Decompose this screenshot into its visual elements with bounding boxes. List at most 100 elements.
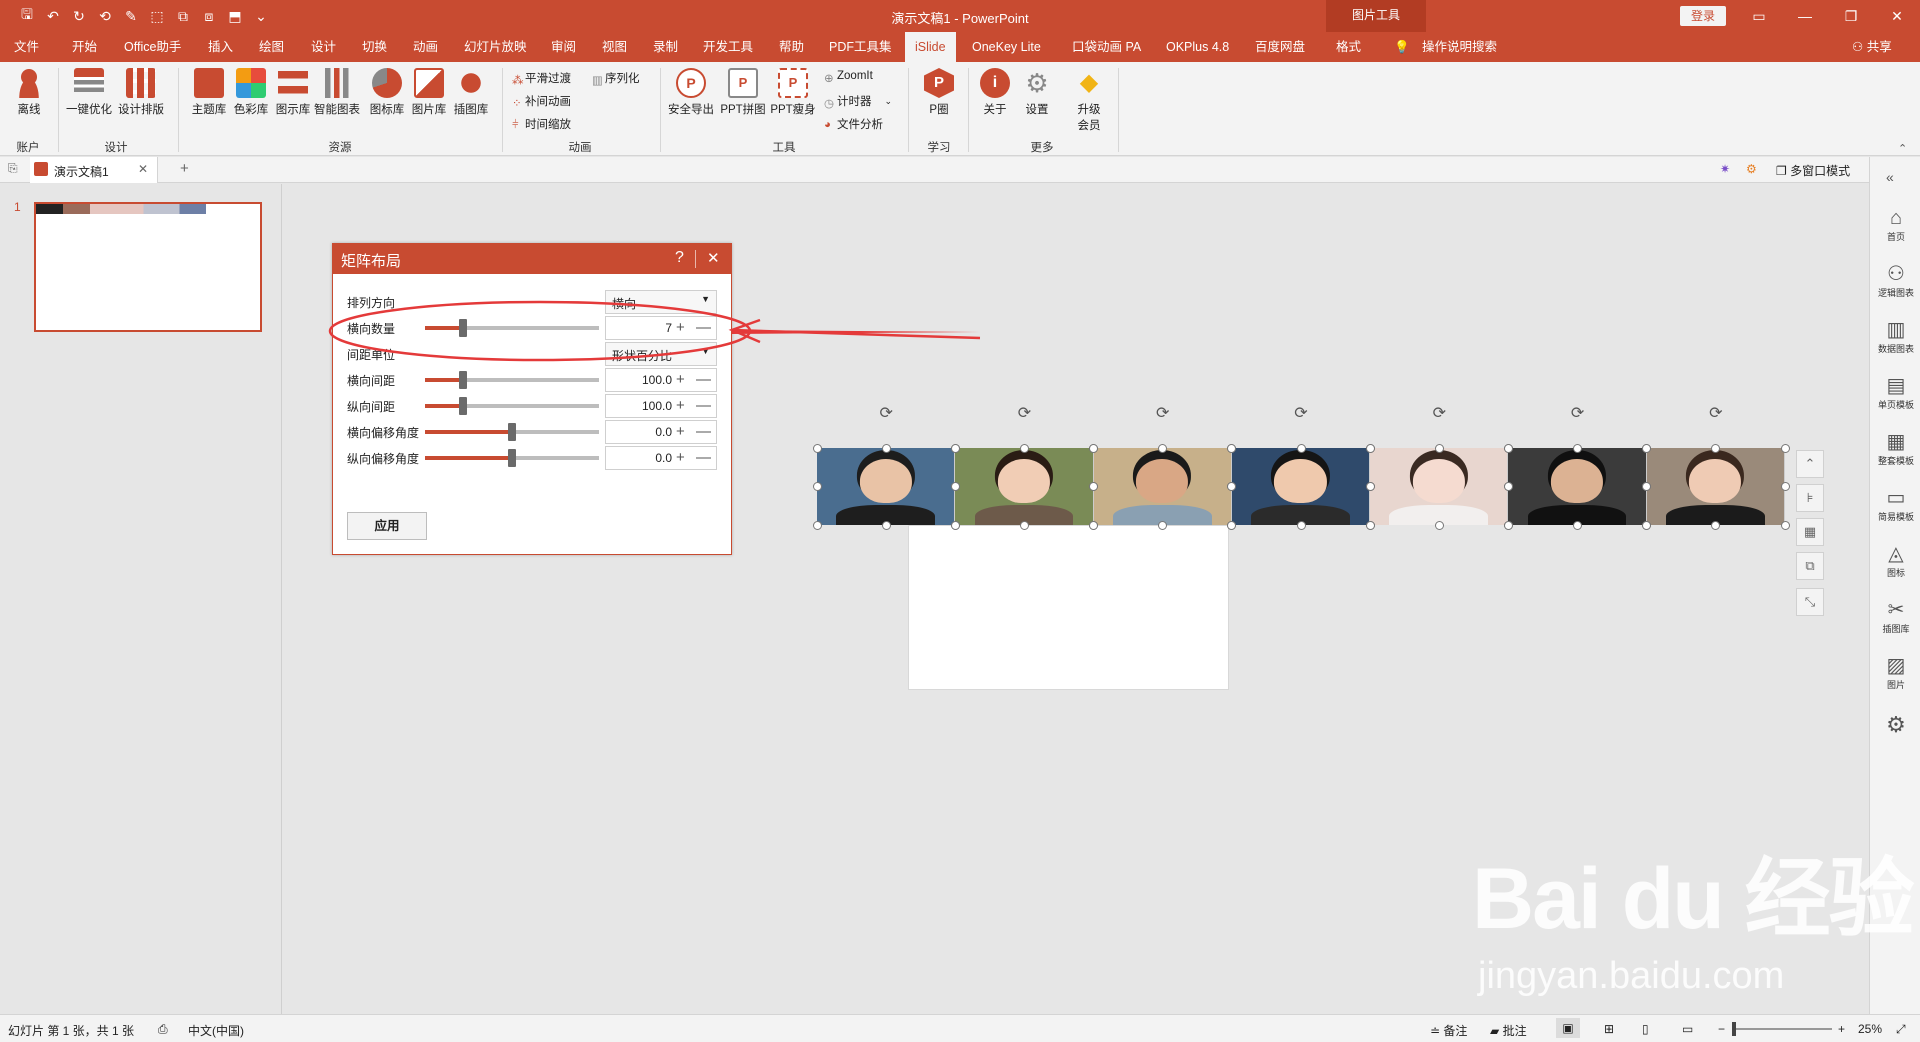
increment-icon[interactable]: + xyxy=(676,423,685,440)
resize-handle[interactable] xyxy=(1503,520,1513,530)
zoom-out-icon[interactable]: − xyxy=(1718,1022,1725,1036)
resize-handle[interactable] xyxy=(1780,520,1790,530)
decrement-icon[interactable]: — xyxy=(696,423,711,440)
rotate-handle-icon[interactable]: ⟳ xyxy=(1155,406,1171,422)
dialog-close-icon[interactable]: ✕ xyxy=(707,249,720,267)
collapse-panel-icon[interactable]: « xyxy=(1886,169,1894,185)
increment-icon[interactable]: + xyxy=(676,397,685,414)
rotate-handle-icon[interactable]: ⟳ xyxy=(1431,406,1447,422)
slider-knob[interactable] xyxy=(459,371,468,389)
zoom-in-icon[interactable]: + xyxy=(1838,1022,1845,1036)
resize-handle[interactable] xyxy=(950,482,960,491)
ppt-slim-button[interactable]: P PPT瘦身 xyxy=(770,68,816,117)
illustration-library-button[interactable]: 插图库 xyxy=(448,68,494,117)
portrait-photo[interactable] xyxy=(955,448,1094,525)
rotate-handle-icon[interactable]: ⟳ xyxy=(1708,406,1724,422)
side-panel-simple-template-button[interactable]: ▭ 简易模板 xyxy=(1874,486,1918,523)
diagram-library-button[interactable]: 图示库 xyxy=(270,68,316,117)
tab-draw[interactable]: 绘图 xyxy=(259,32,284,62)
reading-view-icon[interactable]: ▯ xyxy=(1642,1022,1649,1036)
tab-office-assistant[interactable]: Office助手 xyxy=(124,32,181,62)
rotate-handle-icon[interactable]: ⟳ xyxy=(1016,406,1032,422)
side-panel-single-page-template-button[interactable]: ▤ 单页模板 xyxy=(1874,374,1918,411)
close-button[interactable]: ✕ xyxy=(1874,0,1920,32)
resize-handle[interactable] xyxy=(812,443,822,453)
increment-icon[interactable]: + xyxy=(676,449,685,466)
upgrade-vip-button[interactable]: ◆ 升级会员 xyxy=(1066,68,1112,133)
tab-onekey-lite[interactable]: OneKey Lite xyxy=(972,32,1041,62)
tab-pdf-tools[interactable]: PDF工具集 xyxy=(829,32,892,62)
resize-handle[interactable] xyxy=(1158,443,1168,453)
decrement-icon[interactable]: — xyxy=(696,449,711,466)
tab-baidu-netdisk[interactable]: 百度网盘 xyxy=(1255,32,1305,62)
tab-record[interactable]: 录制 xyxy=(653,32,678,62)
rotate-handle-icon[interactable]: ⟳ xyxy=(1570,406,1586,422)
resize-handle[interactable] xyxy=(1365,482,1375,491)
slideshow-view-icon[interactable]: ▭ xyxy=(1682,1022,1693,1036)
tab-islide[interactable]: iSlide xyxy=(905,32,956,62)
vertical-offset-angle-slider[interactable] xyxy=(425,449,599,467)
resize-handle[interactable] xyxy=(1296,443,1306,453)
resize-handle[interactable] xyxy=(1089,520,1099,530)
side-panel-data-chart-button[interactable]: ▥ 数据图表 xyxy=(1874,318,1918,355)
resize-handle[interactable] xyxy=(1019,520,1029,530)
resize-handle[interactable] xyxy=(1158,520,1168,530)
tab-insert[interactable]: 插入 xyxy=(208,32,233,62)
settings-button[interactable]: ⚙ 设置 xyxy=(1014,68,1060,117)
resize-handle[interactable] xyxy=(1089,443,1099,453)
tell-me-search[interactable]: 操作说明搜索 xyxy=(1422,32,1497,62)
resize-handle[interactable] xyxy=(1503,482,1513,491)
normal-view-icon[interactable]: ▣ xyxy=(1556,1018,1580,1038)
resize-handle[interactable] xyxy=(1780,443,1790,453)
resize-handle[interactable] xyxy=(1227,520,1237,530)
vertical-spacing-slider[interactable] xyxy=(425,397,599,415)
resize-handle[interactable] xyxy=(950,443,960,453)
portrait-photo[interactable] xyxy=(1646,448,1785,525)
portrait-photo[interactable] xyxy=(1231,448,1371,525)
collapse-mini-toolbar-icon[interactable]: ⌃ xyxy=(1796,450,1824,478)
tab-pocket-animation[interactable]: 口袋动画 PA xyxy=(1072,32,1141,62)
language-indicator[interactable]: 中文(中国) xyxy=(188,1022,244,1039)
theme-gear-icon[interactable]: ⚙ xyxy=(1746,162,1757,176)
apply-button[interactable]: 应用 xyxy=(347,512,427,540)
p-circle-button[interactable]: P P圈 xyxy=(916,68,962,117)
align-tool-icon[interactable]: ⊧ xyxy=(1796,484,1824,512)
about-button[interactable]: i 关于 xyxy=(972,68,1018,117)
crop-tool-icon[interactable]: ⤡ xyxy=(1796,588,1824,616)
restore-button[interactable]: ❐ xyxy=(1828,0,1874,32)
resize-handle[interactable] xyxy=(1296,520,1306,530)
tab-okplus[interactable]: OKPlus 4.8 xyxy=(1166,32,1229,62)
horizontal-offset-angle-input[interactable]: 0.0 + — xyxy=(605,420,717,444)
horizontal-spacing-input[interactable]: 100.0 + — xyxy=(605,368,717,392)
resize-handle[interactable] xyxy=(1573,443,1583,453)
decrement-icon[interactable]: — xyxy=(696,371,711,388)
document-tab[interactable]: 演示文稿1 ✕ xyxy=(30,157,158,183)
accessibility-icon[interactable]: ⎙ xyxy=(158,1022,168,1037)
theme-library-button[interactable]: 主题库 xyxy=(186,68,232,117)
zoomit-button[interactable]: ⊕ ZoomIt xyxy=(824,70,873,85)
file-analysis-button[interactable]: ◕ 文件分析 xyxy=(824,116,883,132)
side-panel-logic-diagram-button[interactable]: ⚇ 逻辑图表 xyxy=(1874,262,1918,299)
photo-row[interactable] xyxy=(817,448,1785,525)
lightbulb-icon[interactable]: 💡 xyxy=(1394,32,1410,62)
tab-transitions[interactable]: 切换 xyxy=(362,32,387,62)
resize-handle[interactable] xyxy=(950,520,960,530)
decrement-icon[interactable]: — xyxy=(696,397,711,414)
vertical-offset-angle-input[interactable]: 0.0 + — xyxy=(605,446,717,470)
slider-knob[interactable] xyxy=(508,449,516,467)
picture-library-button[interactable]: 图片库 xyxy=(406,68,452,117)
tab-design[interactable]: 设计 xyxy=(311,32,336,62)
resize-handle[interactable] xyxy=(1711,443,1721,453)
tab-file[interactable]: 文件 xyxy=(14,32,39,62)
time-scale-button[interactable]: ⫩ 时间缩放 xyxy=(512,116,571,132)
resize-handle[interactable] xyxy=(1711,520,1721,530)
timer-button[interactable]: ◷ 计时器 ⌄ xyxy=(824,93,892,111)
ribbon-display-icon[interactable]: ▭ xyxy=(1736,0,1782,32)
horizontal-offset-angle-slider[interactable] xyxy=(425,423,599,441)
ppt-collage-button[interactable]: P PPT拼图 xyxy=(720,68,766,117)
resize-handle[interactable] xyxy=(1019,443,1029,453)
tab-home[interactable]: 开始 xyxy=(72,32,97,62)
login-button[interactable]: 登录 xyxy=(1680,6,1726,26)
resize-handle[interactable] xyxy=(1089,482,1099,491)
zoom-slider[interactable] xyxy=(1732,1022,1832,1036)
